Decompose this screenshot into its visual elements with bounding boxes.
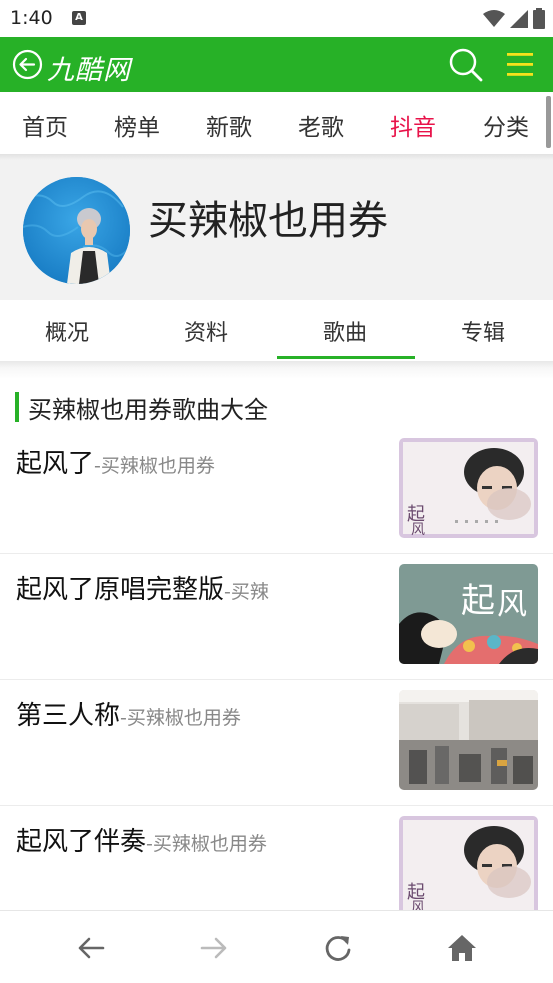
battery-icon — [533, 8, 545, 29]
song-cover[interactable] — [399, 690, 538, 790]
artist-profile: 买辣椒也用券 — [0, 160, 553, 300]
section-accent-bar — [15, 392, 19, 422]
status-bar: 1:40 A — [0, 0, 553, 37]
nav-item-charts[interactable]: 榜单 — [114, 108, 160, 142]
svg-text:风: 风 — [411, 522, 425, 538]
site-logo[interactable]: 九酷网 — [47, 48, 131, 87]
svg-text:风: 风 — [497, 587, 527, 622]
tab-overview[interactable]: 概况 — [45, 315, 89, 347]
song-title-line[interactable]: 起风了原唱完整版-买辣 — [16, 569, 269, 606]
song-title-line[interactable]: 起风了-买辣椒也用券 — [16, 443, 215, 480]
hamburger-menu-icon[interactable] — [505, 50, 535, 80]
status-icons — [483, 8, 545, 29]
nav-item-douyin[interactable]: 抖音 — [390, 108, 436, 142]
song-title-line[interactable]: 第三人称-买辣椒也用券 — [16, 695, 241, 732]
song-cover[interactable]: 起 风 — [399, 564, 538, 664]
status-time: 1:40 — [10, 7, 53, 29]
song-artist: -买辣椒也用券 — [146, 833, 267, 855]
nav-item-categories[interactable]: 分类 — [483, 108, 529, 142]
song-artist: -买辣椒也用券 — [120, 707, 241, 729]
song-title-line[interactable]: 起风了伴奏-买辣椒也用券 — [16, 821, 267, 858]
artist-avatar[interactable] — [23, 177, 130, 284]
home-icon[interactable] — [445, 931, 479, 965]
song-title: 起风了伴奏 — [16, 827, 147, 857]
song-title: 起风了原唱完整版 — [16, 575, 225, 605]
browser-bottom-bar — [0, 910, 553, 983]
song-artist: -买辣椒也用券 — [94, 455, 215, 477]
section-title: 买辣椒也用券歌曲大全 — [28, 396, 268, 424]
tabs-divider — [0, 361, 553, 379]
active-tab-indicator — [277, 356, 415, 359]
song-row[interactable]: 第三人称-买辣椒也用券 — [0, 680, 553, 806]
nav-item-new-songs[interactable]: 新歌 — [206, 108, 252, 142]
song-artist: -买辣 — [224, 581, 269, 603]
tab-albums[interactable]: 专辑 — [461, 315, 505, 347]
nav-scrollbar[interactable] — [546, 96, 551, 148]
nav-item-home[interactable]: 首页 — [22, 108, 68, 142]
signal-icon — [510, 9, 528, 28]
artist-name: 买辣椒也用券 — [148, 198, 388, 244]
song-title: 第三人称 — [16, 701, 121, 731]
back-circle-icon[interactable] — [12, 49, 43, 80]
song-row[interactable]: 起风了-买辣椒也用券 起 风 — [0, 428, 553, 554]
arrow-forward-icon[interactable] — [197, 931, 231, 965]
tab-profile-info[interactable]: 资料 — [184, 315, 228, 347]
tab-songs[interactable]: 歌曲 — [323, 315, 367, 347]
wifi-icon — [483, 9, 505, 27]
song-cover[interactable]: 起 风 — [399, 438, 538, 538]
nav-item-old-songs[interactable]: 老歌 — [298, 108, 344, 142]
svg-text:起: 起 — [461, 581, 495, 621]
song-cover[interactable]: 起 风 — [399, 816, 538, 916]
artist-tabs: 概况 资料 歌曲 专辑 — [0, 300, 553, 361]
search-icon[interactable] — [448, 47, 483, 82]
a-notification-icon: A — [72, 11, 86, 25]
song-row[interactable]: 起风了原唱完整版-买辣 起 风 — [0, 554, 553, 680]
song-title: 起风了 — [16, 449, 95, 479]
app-header: 九酷网 — [0, 37, 553, 92]
arrow-back-icon[interactable] — [74, 931, 108, 965]
main-nav: 首页 榜单 新歌 老歌 抖音 分类 — [0, 92, 553, 154]
refresh-icon[interactable] — [321, 931, 355, 965]
